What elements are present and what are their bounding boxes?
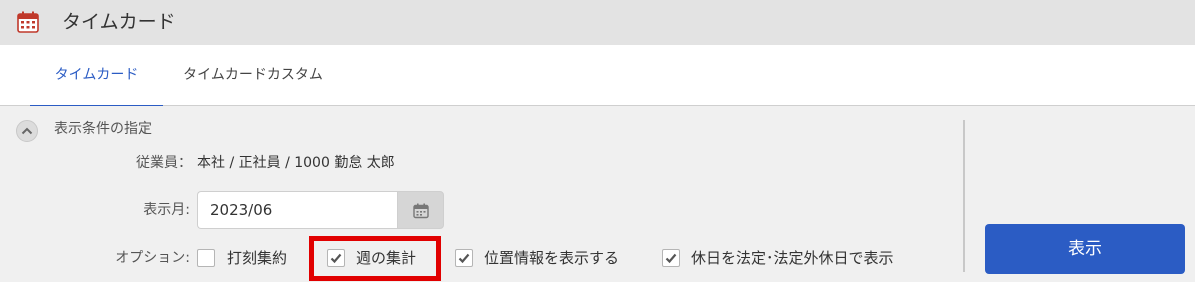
highlight-box bbox=[309, 236, 441, 281]
calendar-picker-button[interactable] bbox=[397, 191, 444, 229]
month-input[interactable]: 2023/06 bbox=[197, 191, 397, 229]
chevron-up-icon bbox=[21, 127, 33, 135]
checkbox-holiday-type[interactable] bbox=[662, 249, 680, 267]
collapse-button[interactable] bbox=[16, 120, 38, 142]
tab-timecard[interactable]: タイムカード bbox=[30, 45, 163, 107]
show-button[interactable]: 表示 bbox=[985, 224, 1185, 274]
divider bbox=[963, 120, 965, 272]
options-label: オプション: bbox=[115, 250, 190, 266]
option-label-show-location: 位置情報を表示する bbox=[484, 249, 620, 267]
option-label-holiday-type: 休日を法定･法定外休日で表示 bbox=[691, 249, 894, 267]
checkbox-punch-aggregate[interactable] bbox=[197, 249, 215, 267]
section-title: 表示条件の指定 bbox=[54, 121, 152, 137]
calendar-icon bbox=[413, 203, 429, 219]
option-label-punch-aggregate: 打刻集約 bbox=[227, 249, 288, 267]
tab-bar: タイムカード タイムカードカスタム bbox=[0, 45, 1195, 107]
employee-label: 従業員： bbox=[136, 155, 192, 171]
title-bar: タイムカード bbox=[0, 0, 1195, 45]
tab-timecard-custom[interactable]: タイムカードカスタム bbox=[180, 45, 326, 106]
checkbox-show-location[interactable] bbox=[455, 249, 473, 267]
check-icon bbox=[458, 253, 470, 264]
display-conditions-panel: 表示条件の指定 従業員： 本社 / 正社員 / 1000 勤怠 太郎 表示月: … bbox=[0, 106, 1195, 282]
calendar-icon bbox=[17, 11, 39, 33]
employee-value: 本社 / 正社員 / 1000 勤怠 太郎 bbox=[197, 155, 395, 171]
app-title: タイムカード bbox=[62, 11, 176, 33]
check-icon bbox=[665, 253, 677, 264]
month-label: 表示月: bbox=[143, 202, 190, 218]
